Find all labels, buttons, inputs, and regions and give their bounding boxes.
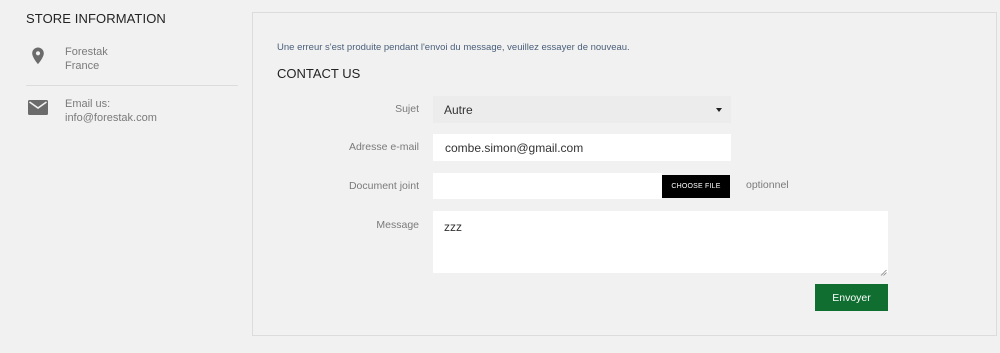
subject-selected-value: Autre: [444, 102, 473, 117]
subject-label: Sujet: [395, 103, 419, 115]
caret-down-icon: [716, 108, 722, 112]
store-information-sidebar: STORE INFORMATION Forestak France Email …: [0, 0, 240, 353]
error-alert: Une erreur s'est produite pendant l'envo…: [277, 42, 630, 53]
map-marker-icon: [26, 44, 50, 68]
store-address-text: Forestak France: [65, 46, 108, 73]
contact-form-panel: Une erreur s'est produite pendant l'envo…: [252, 12, 997, 336]
store-email-link[interactable]: info@forestak.com: [65, 112, 157, 126]
attachment-file-field[interactable]: [433, 173, 662, 199]
resize-handle-icon[interactable]: [880, 265, 887, 276]
submit-button[interactable]: Envoyer: [815, 284, 888, 311]
choose-file-button[interactable]: CHOOSE FILE: [662, 175, 730, 198]
message-textarea[interactable]: zzz: [433, 211, 888, 276]
email-label: Adresse e-mail: [348, 141, 419, 153]
store-email-text: Email us: info@forestak.com: [65, 98, 157, 125]
store-name: Forestak: [65, 46, 108, 58]
email-input[interactable]: combe.simon@gmail.com: [433, 134, 731, 161]
store-information-title: STORE INFORMATION: [26, 11, 166, 26]
attachment-optional-note: optionnel: [746, 179, 789, 191]
contact-form-title: CONTACT US: [277, 66, 361, 81]
attachment-label: Document joint: [348, 180, 419, 192]
message-label: Message: [376, 219, 419, 231]
envelope-icon: [26, 96, 50, 120]
subject-select[interactable]: Autre: [433, 96, 731, 123]
store-country: France: [65, 59, 100, 72]
message-text: zzz: [444, 220, 462, 234]
email-us-label: Email us:: [65, 98, 111, 110]
store-address-block: Forestak France: [26, 44, 238, 86]
